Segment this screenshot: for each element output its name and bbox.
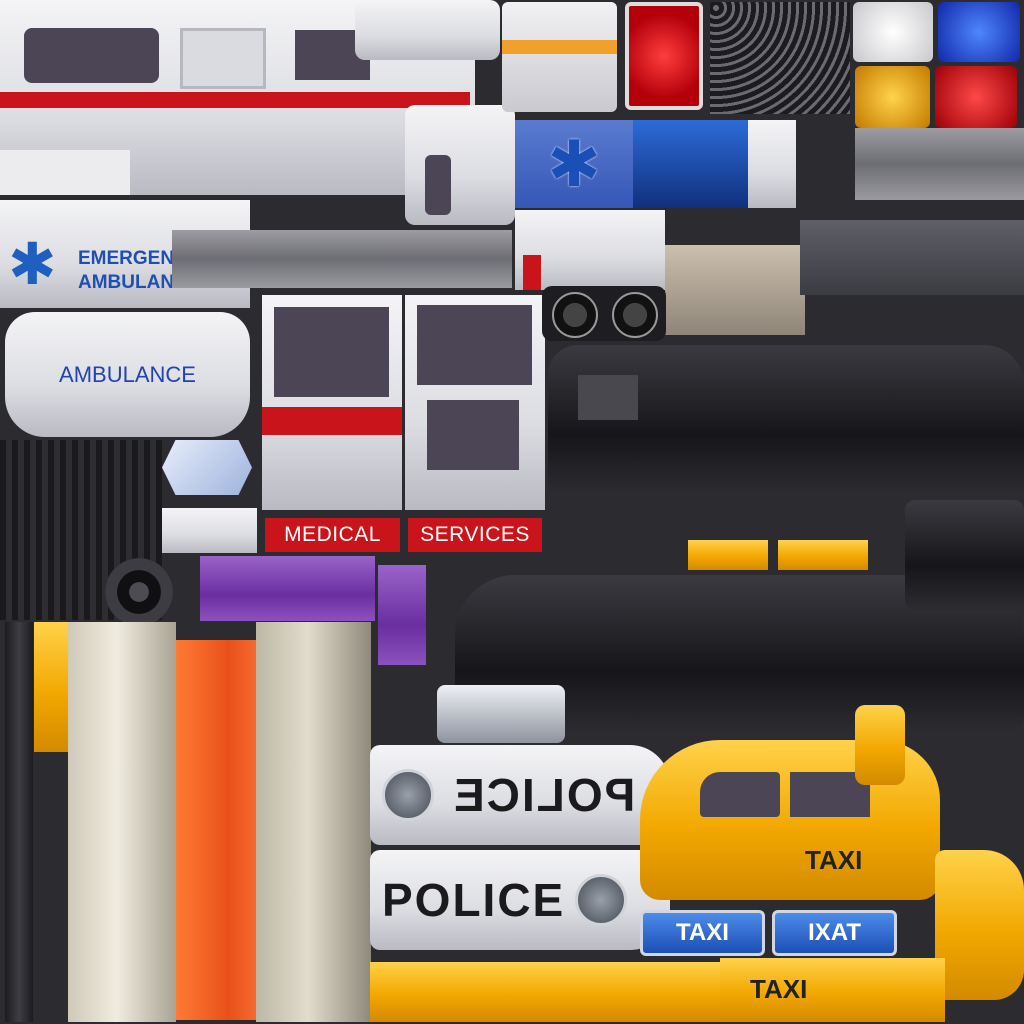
star-of-life-panel: ✱ (515, 120, 633, 208)
rear-bumper-white (515, 210, 665, 290)
light-control-panel (748, 120, 796, 208)
police-label: POLICE (382, 874, 566, 926)
handle-slot (425, 155, 451, 215)
star-of-life-icon: ✱ (8, 232, 57, 297)
police-badge-icon (382, 769, 434, 821)
license-plate-blank (162, 508, 257, 553)
yellow-indicator-left (688, 540, 768, 570)
taxi-trunk-panel: TAXI (720, 958, 945, 1022)
rear-window-right (417, 305, 532, 385)
taxi-sign-left: TAXI (640, 910, 765, 956)
purple-roof-piece (200, 556, 375, 621)
police-car-side-upper (548, 345, 1024, 495)
dark-trim-piece (800, 220, 1024, 295)
taxi-bumper-bar (370, 962, 730, 1022)
ambulance-bottom-trim (0, 150, 130, 195)
purple-strip (378, 565, 426, 665)
door-red-stripe (262, 407, 402, 435)
ambulance-rear-door-left (262, 295, 402, 510)
police-fender (905, 500, 1024, 610)
ambulance-window-rear (24, 28, 159, 83)
honeycomb-grille (710, 2, 850, 114)
amber-strip (502, 40, 617, 54)
ambulance-red-stripe (0, 92, 470, 108)
ambulance-window-mid (180, 28, 266, 89)
dark-pillar (5, 622, 33, 1022)
yellow-pillar (34, 622, 68, 752)
clear-beacon-light (853, 2, 933, 62)
reflector-red (523, 255, 541, 290)
red-tail-light (625, 2, 703, 110)
police-headlight (437, 685, 565, 743)
taxi-window-rear (700, 772, 780, 817)
services-label: SERVICES (408, 518, 542, 552)
taxi-sign-right: TAXI (772, 910, 897, 956)
taxi-trunk-label: TAXI (750, 974, 808, 1004)
ambulance-mirror-piece (355, 0, 500, 60)
dashboard-gauges (542, 286, 666, 341)
door-hatch (427, 400, 519, 470)
star-of-life-icon: ✱ (547, 128, 601, 200)
taxi-door-label: TAXI (805, 845, 863, 875)
amber-beacon-light (855, 66, 930, 128)
tachometer-icon (612, 292, 658, 338)
texture-atlas: ✱ ✱ EMERGENCY AMBULANCE AMBULANCE MEDICA… (0, 0, 1024, 1024)
bumper-piece-top-right (855, 128, 1024, 200)
ambulance-rear-door-right (405, 295, 545, 510)
speedometer-icon (552, 292, 598, 338)
medical-label: MEDICAL (265, 518, 400, 552)
blue-beacon-light (938, 2, 1020, 62)
clear-light-bar (502, 2, 617, 112)
rear-window-left (274, 307, 389, 397)
police-panel-mirrored: POLICE (370, 745, 670, 845)
taxi-fender (935, 850, 1024, 1000)
police-label-mirrored: POLICE (452, 769, 636, 821)
headlight-glass (162, 440, 252, 495)
wheel-rim (105, 558, 173, 626)
police-panel: POLICE (370, 850, 670, 950)
seat-piece (256, 622, 371, 1022)
hood-ambulance-label: AMBULANCE (59, 361, 196, 387)
taxi-roof-piece (855, 705, 905, 785)
police-badge-icon (575, 874, 628, 926)
beige-pillar (68, 622, 176, 1022)
engine-block-piece (665, 245, 805, 335)
red-beacon-light (935, 66, 1017, 128)
ambulance-door-handle-piece (405, 105, 515, 225)
blue-light-housing (633, 120, 748, 208)
yellow-indicator-right (778, 540, 868, 570)
ambulance-hood: AMBULANCE (5, 312, 250, 437)
chrome-bumper-bar (172, 230, 512, 288)
window-upper-rear (578, 375, 638, 420)
